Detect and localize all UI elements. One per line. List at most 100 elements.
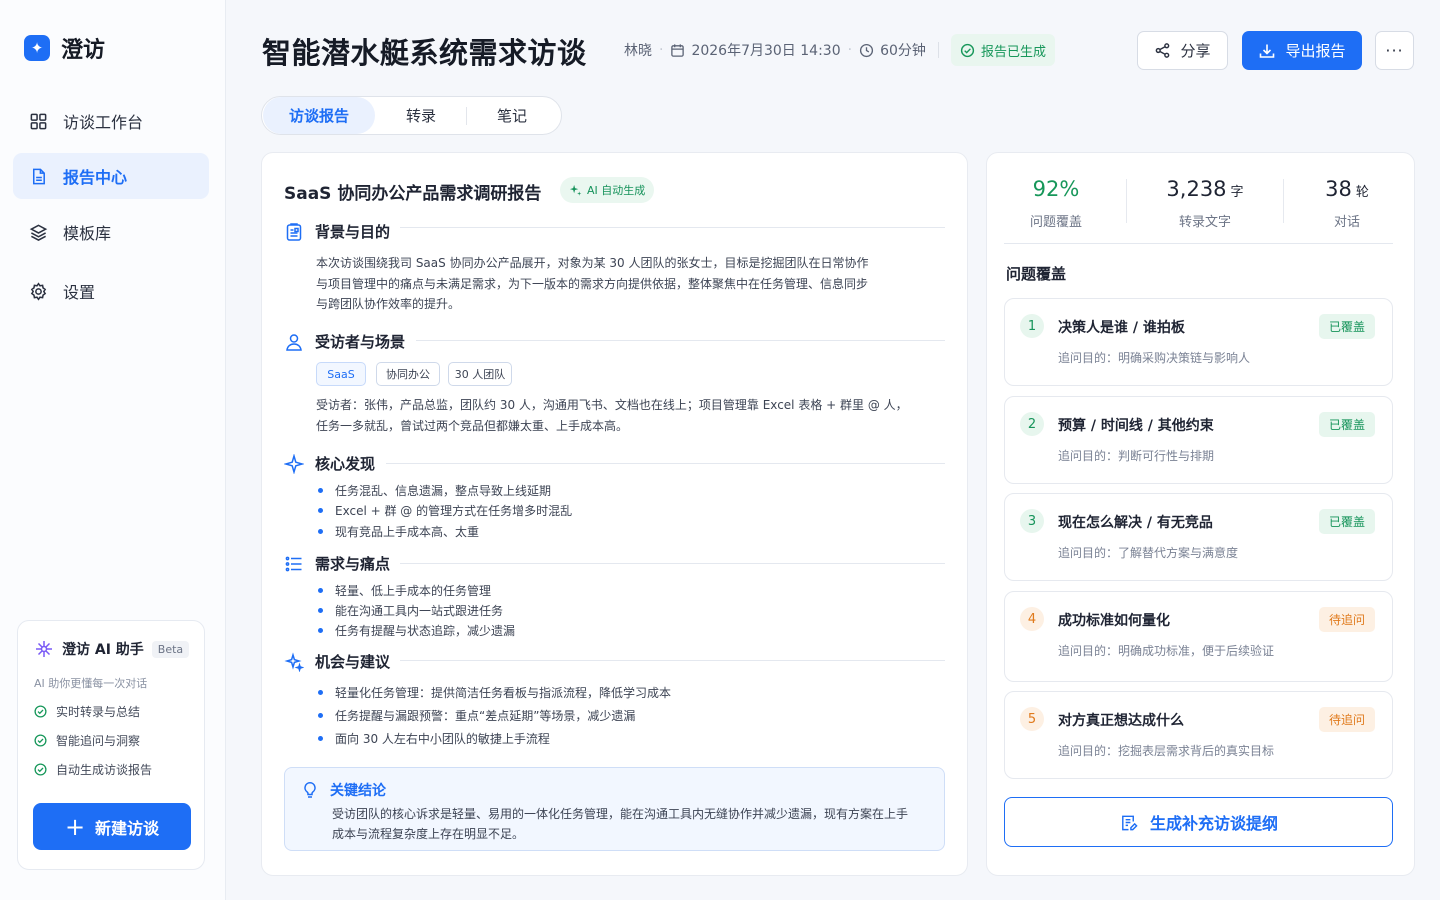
new-interview-button[interactable]: + 新建访谈: [33, 803, 191, 850]
assistant-title: 澄访 AI 助手: [62, 642, 144, 658]
app-logo[interactable]: ✦ 澄访: [24, 32, 105, 64]
calendar-icon: [671, 43, 685, 57]
assistant-feature: 实时转录与总结: [34, 703, 140, 720]
conclusion-text: 受访团队的核心诉求是轻量、易用的一体化任务管理，能在沟通工具内无缝协作并减少遗漏…: [332, 807, 909, 841]
report-title: SaaS 协同办公产品需求调研报告: [284, 184, 542, 204]
list-icon: [285, 556, 302, 571]
question-number: 2: [1020, 412, 1044, 436]
page-title: 智能潜水艇系统需求访谈: [262, 36, 587, 70]
status-badge: 已覆盖: [1318, 412, 1375, 437]
interview-datetime: 2026年7月30日 14:30: [691, 43, 841, 59]
download-icon: [1260, 44, 1275, 58]
question-title: 决策人是谁 / 谁拍板: [1058, 320, 1185, 336]
interview-duration: 60分钟: [880, 43, 926, 59]
question-purpose: 追问目的：了解替代方案与满意度: [1058, 546, 1239, 560]
list-item: Excel + 群 @ 的管理方式在任务增多时混乱: [318, 502, 572, 519]
list-item: 任务混乱、信息遗漏，整点导致上线延期: [318, 482, 551, 499]
question-title: 现在怎么解决 / 有无竞品: [1058, 515, 1213, 531]
status-badge: 已覆盖: [1318, 314, 1375, 339]
sparkle-icon: [569, 184, 582, 196]
lightbulb-icon: [304, 782, 316, 798]
more-options-button[interactable]: ···: [1375, 31, 1414, 70]
export-report-button[interactable]: 导出报告: [1242, 31, 1362, 70]
stat-dialogue-rounds: 38 轮 对话: [1325, 177, 1369, 230]
nav-item-reports[interactable]: 报告中心: [13, 153, 209, 199]
tab-transcript[interactable]: 转录: [376, 97, 466, 134]
divider: [1004, 243, 1393, 244]
divider: [937, 42, 939, 58]
sidebar: ✦ 澄访 访谈工作台 报告中心 模板库 设置 澄访 AI 助手 Beta AI …: [0, 0, 226, 900]
sparkle-logo-icon: ✦: [24, 35, 50, 61]
question-card[interactable]: 2 预算 / 时间线 / 其他约束 追问目的：判断可行性与排期 已覆盖: [1004, 396, 1393, 484]
question-title: 对方真正想达成什么: [1058, 713, 1184, 729]
sparkles-icon: [284, 651, 304, 672]
section-interviewee-heading: 受访者与场景: [284, 331, 405, 352]
clock-icon: [859, 43, 874, 57]
gear-icon: [30, 281, 47, 301]
beta-badge: Beta: [151, 640, 190, 658]
share-button[interactable]: 分享: [1137, 31, 1228, 70]
tag-chip: SaaS: [316, 362, 366, 386]
question-card[interactable]: 4 成功标准如何量化 追问目的：明确成功标准，便于后续验证 待追问: [1004, 591, 1393, 682]
question-card[interactable]: 3 现在怎么解决 / 有无竞品 追问目的：了解替代方案与满意度 已覆盖: [1004, 493, 1393, 581]
clipboard-icon: [286, 222, 302, 241]
nav-item-label: 设置: [63, 283, 96, 302]
list-item: 面向 30 人左右中小团队的敏捷上手流程: [318, 730, 550, 747]
section-needs-heading: 需求与痛点: [284, 553, 390, 574]
sparkle-icon: [36, 641, 52, 657]
nav-item-workbench[interactable]: 访谈工作台: [13, 98, 209, 144]
assistant-feature: 自动生成访谈报告: [34, 761, 152, 778]
conclusion-heading: 关键结论: [301, 780, 386, 800]
list-item: 任务提醒与漏跟预警：重点“差点延期”等场景，减少遗漏: [318, 707, 635, 724]
section-divider: [400, 563, 945, 564]
tag-chip: 30 人团队: [448, 362, 512, 386]
section-divider: [400, 227, 945, 228]
section-divider: [386, 463, 945, 464]
check-circle-icon: [34, 734, 47, 747]
status-badge: 待追问: [1318, 607, 1375, 632]
question-title: 预算 / 时间线 / 其他约束: [1058, 418, 1214, 434]
nav-item-templates[interactable]: 模板库: [13, 209, 209, 255]
document-icon: [32, 168, 45, 184]
more-icon: ···: [1385, 41, 1404, 60]
assistant-feature: 智能追问与洞察: [34, 732, 140, 749]
nav-item-settings[interactable]: 设置: [13, 268, 209, 314]
question-purpose: 追问目的：明确成功标准，便于后续验证: [1058, 644, 1275, 658]
status-badge: 已覆盖: [1318, 509, 1375, 534]
assistant-desc: AI 助你更懂每一次对话: [34, 677, 148, 690]
question-number: 4: [1020, 607, 1044, 631]
question-number: 3: [1020, 509, 1044, 533]
nav-item-label: 报告中心: [63, 168, 128, 187]
generate-outline-button[interactable]: 生成补充访谈提纲: [1004, 797, 1393, 847]
list-item: 轻量化任务管理：提供简洁任务看板与指派流程，降低学习成本: [318, 684, 671, 701]
report-panel: SaaS 协同办公产品需求调研报告 AI 自动生成 背景与目的 本次访谈围绕我司…: [261, 152, 968, 876]
question-card[interactable]: 1 决策人是谁 / 谁拍板 追问目的：明确采购决策链与影响人 已覆盖: [1004, 298, 1393, 386]
list-item: 任务有提醒与状态追踪，减少遗漏: [318, 622, 515, 639]
check-circle-icon: [960, 43, 975, 57]
section-background-text: 本次访谈围绕我司 SaaS 协同办公产品展开，对象为某 30 人团队的张女士，目…: [316, 256, 869, 311]
status-badge: 待追问: [1318, 707, 1375, 732]
plus-icon: +: [64, 812, 86, 841]
grid-icon: [30, 113, 47, 129]
question-card[interactable]: 5 对方真正想达成什么 追问目的：挖掘表层需求背后的真实目标 待追问: [1004, 691, 1393, 779]
list-item: 能在沟通工具内一站式跟进任务: [318, 602, 503, 619]
nav-item-label: 模板库: [63, 224, 112, 243]
section-interviewee-text: 受访者：张伟，产品总监，团队约 30 人，沟通用飞书、文档也在线上；项目管理靠 …: [316, 398, 908, 433]
question-number: 1: [1020, 314, 1044, 338]
section-divider: [416, 340, 945, 341]
ai-generated-tag: AI 自动生成: [560, 177, 655, 203]
stat-divider: [1283, 179, 1284, 223]
sparkle-icon: [284, 453, 304, 474]
section-findings-heading: 核心发现: [284, 453, 375, 474]
section-divider: [400, 660, 945, 661]
tab-report[interactable]: 访谈报告: [263, 97, 375, 134]
tab-notes[interactable]: 笔记: [467, 97, 557, 134]
stat-transcript-words: 3,238 字 转录文字: [1166, 177, 1244, 230]
stat-divider: [1126, 179, 1127, 223]
interviewer-name: 林晓: [624, 43, 652, 59]
layers-icon: [29, 224, 48, 241]
question-title: 成功标准如何量化: [1058, 613, 1170, 629]
list-item: 现有竞品上手成本高、太重: [318, 523, 479, 540]
key-conclusion-box: 关键结论 受访团队的核心诉求是轻量、易用的一体化任务管理，能在沟通工具内无缝协作…: [284, 767, 945, 851]
list-item: 轻量、低上手成本的任务管理: [318, 582, 491, 599]
